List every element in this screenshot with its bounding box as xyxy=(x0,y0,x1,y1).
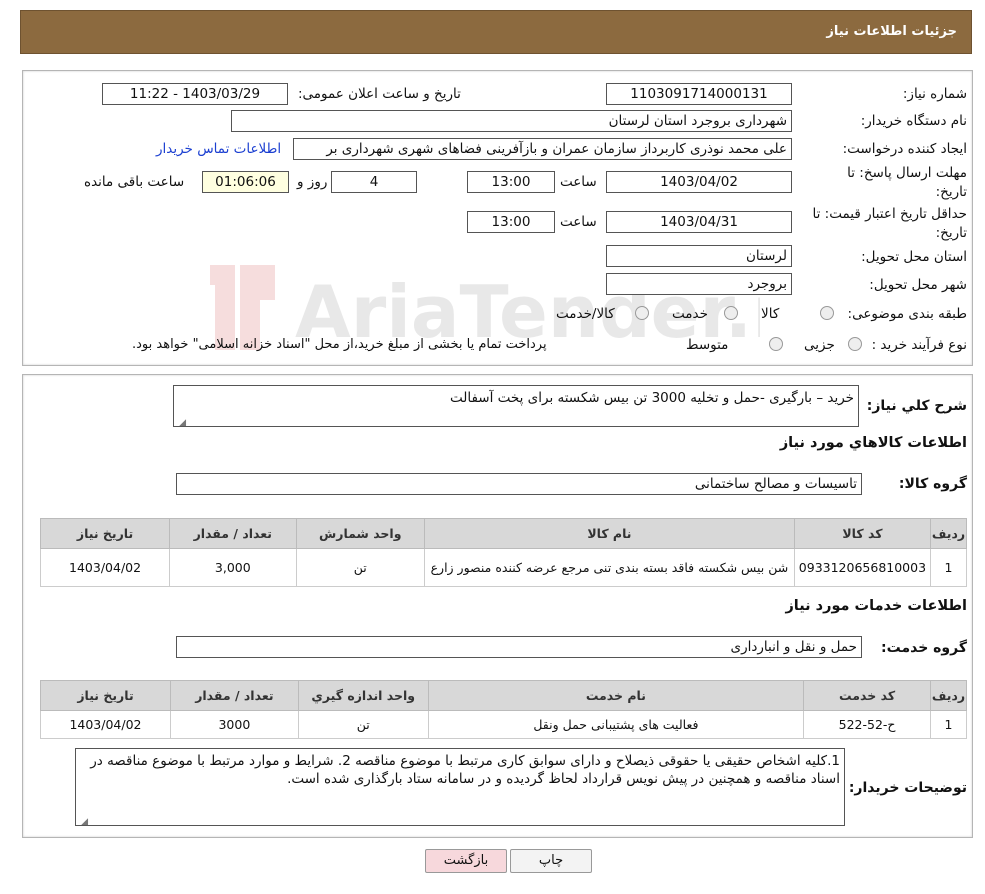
deadline-time-field[interactable]: 13:00 xyxy=(467,171,555,193)
services-section-title: اطلاعات خدمات مورد نياز xyxy=(785,598,967,614)
days-remaining-field[interactable]: 4 xyxy=(331,171,417,193)
services-table-header: رديف کد خدمت نام خدمت واحد اندازه گيري ت… xyxy=(40,680,967,711)
col-measure-unit: واحد اندازه گيري xyxy=(297,680,429,711)
category-label: طبقه بندی موضوعی: xyxy=(847,306,967,322)
province-field[interactable]: لرستان xyxy=(606,245,792,267)
deadline-time-label: ساعت xyxy=(560,174,597,190)
col-service-code: کد خدمت xyxy=(803,680,932,711)
buyer-notes-label: توضیحات خریدار: xyxy=(848,780,967,796)
goods-group-field[interactable]: تاسیسات و مصالح ساختمانی xyxy=(176,473,862,495)
page-header: جزئیات اطلاعات نیاز xyxy=(20,10,972,54)
resize-handle-icon[interactable]: ◢ xyxy=(176,414,186,426)
col-goods-name: نام کالا xyxy=(424,518,795,549)
cell-need-date: 1403/04/02 xyxy=(39,548,171,587)
validity-label: حداقل تاریخ اعتبار قیمت: تا xyxy=(812,206,967,222)
col-need-date: تاريخ نياز xyxy=(39,518,171,549)
announce-datetime-label: تاریخ و ساعت اعلان عمومی: xyxy=(298,86,461,102)
cell-quantity: 3,000 xyxy=(169,548,297,587)
category-option-goods-service: کالا/خدمت xyxy=(556,306,615,322)
summary-label: شرح کلي نياز: xyxy=(866,398,967,414)
print-button[interactable]: چاپ xyxy=(510,849,592,873)
cell-row-number: 1 xyxy=(930,710,967,739)
summary-text: خرید – بارگیری -حمل و تخلیه 3000 تن بیس … xyxy=(450,390,854,406)
validity-time-field[interactable]: 13:00 xyxy=(467,211,555,233)
goods-table-header: رديف کد کالا نام کالا واحد شمارش تعداد /… xyxy=(39,518,967,549)
creator-field[interactable]: علی محمد نوذری کاربرداز سازمان عمران و ب… xyxy=(293,138,792,160)
col-need-date: تاريخ نياز xyxy=(40,680,171,711)
category-option-goods: کالا xyxy=(761,306,780,322)
goods-group-label: گروه کالا: xyxy=(898,476,967,492)
goods-section-title: اطلاعات کالاهاي مورد نياز xyxy=(779,435,967,451)
category-radio-goods-service[interactable] xyxy=(635,306,649,320)
cell-goods-code: 0933120656810003 xyxy=(793,548,932,587)
creator-label: ایجاد کننده درخواست: xyxy=(842,141,967,157)
deadline-date-field[interactable]: 1403/04/02 xyxy=(606,171,792,193)
announce-datetime-field[interactable]: 1403/03/29 - 11:22 xyxy=(102,83,288,105)
cell-service-name: فعالیت های پشتیبانی حمل ونقل xyxy=(427,710,805,739)
table-row[interactable]: 1 ح-52-522 فعالیت های پشتیبانی حمل ونقل … xyxy=(40,710,967,739)
goods-table-container: رديف کد کالا نام کالا واحد شمارش تعداد /… xyxy=(39,518,967,587)
resize-handle-icon[interactable]: ◢ xyxy=(78,813,88,825)
category-option-service: خدمت xyxy=(672,306,708,322)
deadline-date-label: تاریخ: xyxy=(935,184,967,200)
province-label: استان محل تحویل: xyxy=(861,249,967,265)
buyer-contact-link[interactable]: اطلاعات تماس خریدار xyxy=(156,141,281,157)
col-unit: واحد شمارش xyxy=(295,518,426,549)
services-table: رديف کد خدمت نام خدمت واحد اندازه گيري ت… xyxy=(40,680,967,739)
deadline-label: مهلت ارسال پاسخ: تا xyxy=(847,165,967,181)
services-group-field[interactable]: حمل و نقل و انبارداری xyxy=(176,636,862,658)
process-type-label: نوع فرآیند خرید : xyxy=(871,337,967,353)
col-quantity: تعداد / مقدار xyxy=(169,518,297,549)
need-number-label: شماره نیاز: xyxy=(902,86,967,102)
category-radio-goods[interactable] xyxy=(820,306,834,320)
city-label: شهر محل تحویل: xyxy=(869,277,967,293)
validity-time-label: ساعت xyxy=(560,214,597,230)
process-note: پرداخت تمام یا بخشی از مبلغ خرید،از محل … xyxy=(132,337,547,352)
cell-service-code: ح-52-522 xyxy=(803,710,932,739)
buyer-notes-text: 1.کلیه اشخاص حقیقی یا حقوقی ذیصلاح و دار… xyxy=(90,753,840,787)
cell-measure-unit: تن xyxy=(297,710,429,739)
col-quantity: تعداد / مقدار xyxy=(169,680,299,711)
remaining-time-field: 01:06:06 xyxy=(202,171,289,193)
validity-date-label: تاریخ: xyxy=(935,225,967,241)
cell-goods-name: شن بیس شکسته فاقد بسته بندی تنی مرجع عرض… xyxy=(424,548,795,587)
back-button[interactable]: بازگشت xyxy=(425,849,507,873)
col-row-number: رديف xyxy=(930,518,967,549)
services-table-container: رديف کد خدمت نام خدمت واحد اندازه گيري ت… xyxy=(40,680,967,739)
goods-table: رديف کد کالا نام کالا واحد شمارش تعداد /… xyxy=(39,518,967,587)
validity-date-field[interactable]: 1403/04/31 xyxy=(606,211,792,233)
cell-row-number: 1 xyxy=(930,548,967,587)
col-row-number: رديف xyxy=(930,680,967,711)
buyer-notes-textarea[interactable]: 1.کلیه اشخاص حقیقی یا حقوقی ذیصلاح و دار… xyxy=(75,748,845,826)
table-row[interactable]: 1 0933120656810003 شن بیس شکسته فاقد بست… xyxy=(39,548,967,587)
page-title: جزئیات اطلاعات نیاز xyxy=(826,24,957,39)
process-option-minor: جزیی xyxy=(804,337,835,353)
summary-textarea[interactable]: خرید – بارگیری -حمل و تخلیه 3000 تن بیس … xyxy=(173,385,859,427)
category-radio-service[interactable] xyxy=(724,306,738,320)
days-label: روز و xyxy=(297,174,328,190)
process-radio-medium[interactable] xyxy=(769,337,783,351)
remaining-time-label: ساعت باقی مانده xyxy=(84,174,185,190)
col-service-name: نام خدمت xyxy=(427,680,805,711)
cell-unit: تن xyxy=(295,548,426,587)
col-goods-code: کد کالا xyxy=(793,518,932,549)
services-group-label: گروه خدمت: xyxy=(881,640,967,656)
process-radio-minor[interactable] xyxy=(848,337,862,351)
need-number-field[interactable]: 1103091714000131 xyxy=(606,83,792,105)
process-option-medium: متوسط xyxy=(686,337,729,353)
buyer-org-field[interactable]: شهرداری بروجرد استان لرستان xyxy=(231,110,792,132)
city-field[interactable]: بروجرد xyxy=(606,273,792,295)
cell-quantity: 3000 xyxy=(169,710,299,739)
cell-need-date: 1403/04/02 xyxy=(40,710,171,739)
buyer-org-label: نام دستگاه خریدار: xyxy=(860,113,967,129)
